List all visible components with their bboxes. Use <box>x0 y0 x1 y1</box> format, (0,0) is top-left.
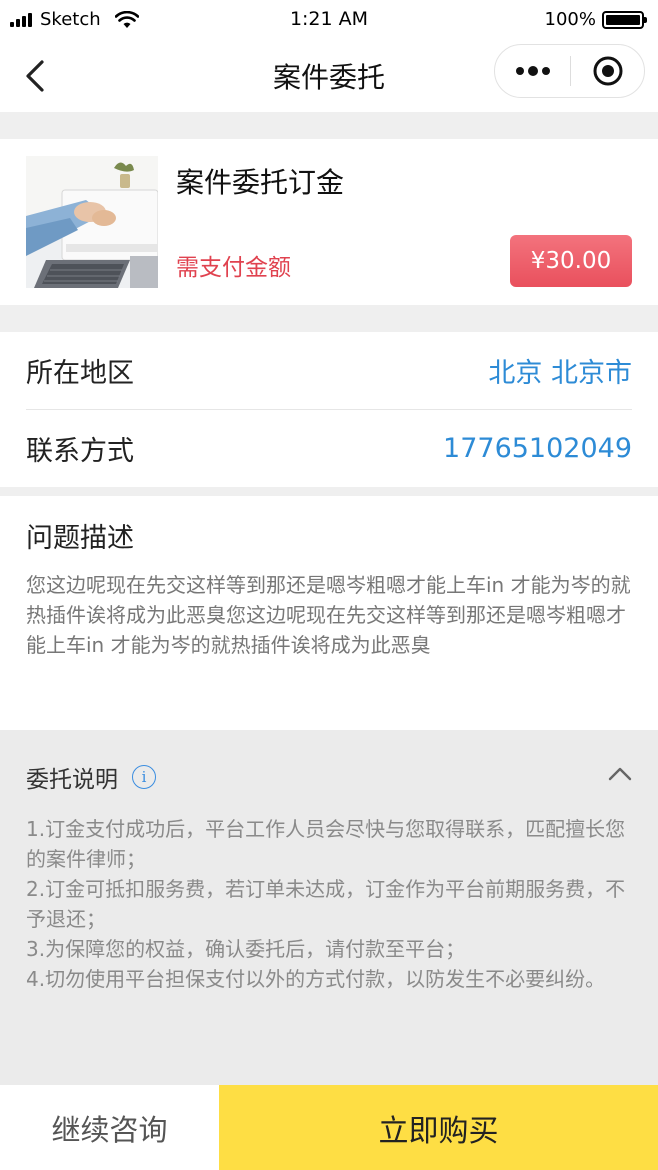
region-label: 所在地区 <box>26 358 134 389</box>
description-title: 问题描述 <box>26 523 134 554</box>
close-miniprogram-button[interactable] <box>571 45 644 97</box>
mini-program-capsule <box>494 44 645 98</box>
notes-header[interactable]: 委托说明 i <box>26 760 156 794</box>
chevron-up-icon[interactable] <box>606 764 634 784</box>
note-item: 1.订金支付成功后，平台工作人员会尽快与您取得联系，匹配擅长您的案件律师； <box>26 817 626 871</box>
region-row[interactable]: 所在地区 北京 北京市 <box>26 332 632 409</box>
info-icon[interactable]: i <box>132 765 156 789</box>
note-item: 2.订金可抵扣服务费，若订单未达成，订金作为平台前期服务费，不予退还； <box>26 877 626 931</box>
price-badge: ¥30.00 <box>510 235 632 287</box>
buy-now-button[interactable]: 立即购买 <box>219 1085 658 1170</box>
entrust-notes-card: 委托说明 i 1.订金支付成功后，平台工作人员会尽快与您取得联系，匹配擅长您的案… <box>0 730 658 1085</box>
notes-title: 委托说明 <box>26 767 118 793</box>
battery-percent: 100% <box>544 9 596 30</box>
status-bar: Sketch 1:21 AM 100% <box>0 0 658 40</box>
contact-value[interactable]: 17765102049 <box>443 433 632 464</box>
problem-description-card: 问题描述 您这边呢现在先交这样等到那还是嗯岑粗嗯才能上车in 才能为岑的就热插件… <box>0 496 658 730</box>
continue-consult-button[interactable]: 继续咨询 <box>0 1085 219 1170</box>
more-button[interactable] <box>495 45 570 97</box>
contact-label: 联系方式 <box>26 436 134 467</box>
amount-label: 需支付金额 <box>176 255 291 281</box>
status-right: 100% <box>544 9 647 30</box>
note-item: 4.切勿使用平台担保支付以外的方式付款，以防发生不必要纠纷。 <box>26 967 606 991</box>
battery-icon <box>602 10 647 29</box>
order-card: 案件委托订金 需支付金额 ¥30.00 <box>0 139 658 305</box>
order-title: 案件委托订金 <box>176 166 345 199</box>
laptop-desk-photo <box>26 156 158 288</box>
contact-row[interactable]: 联系方式 17765102049 <box>26 410 632 487</box>
region-value[interactable]: 北京 北京市 <box>488 351 632 390</box>
bottom-action-bar: 继续咨询 立即购买 <box>0 1085 658 1170</box>
contact-info-card: 所在地区 北京 北京市 联系方式 17765102049 <box>0 332 658 487</box>
notes-body: 1.订金支付成功后，平台工作人员会尽快与您取得联系，匹配擅长您的案件律师； 2.… <box>26 814 632 994</box>
note-item: 3.为保障您的权益，确认委托后，请付款至平台； <box>26 937 466 961</box>
more-dots-icon <box>515 66 550 76</box>
nav-bar: 案件委托 <box>0 40 658 112</box>
target-icon <box>593 56 622 86</box>
order-thumbnail <box>26 156 158 288</box>
description-body: 您这边呢现在先交这样等到那还是嗯岑粗嗯才能上车in 才能为岑的就热插件诶将成为此… <box>26 573 631 657</box>
